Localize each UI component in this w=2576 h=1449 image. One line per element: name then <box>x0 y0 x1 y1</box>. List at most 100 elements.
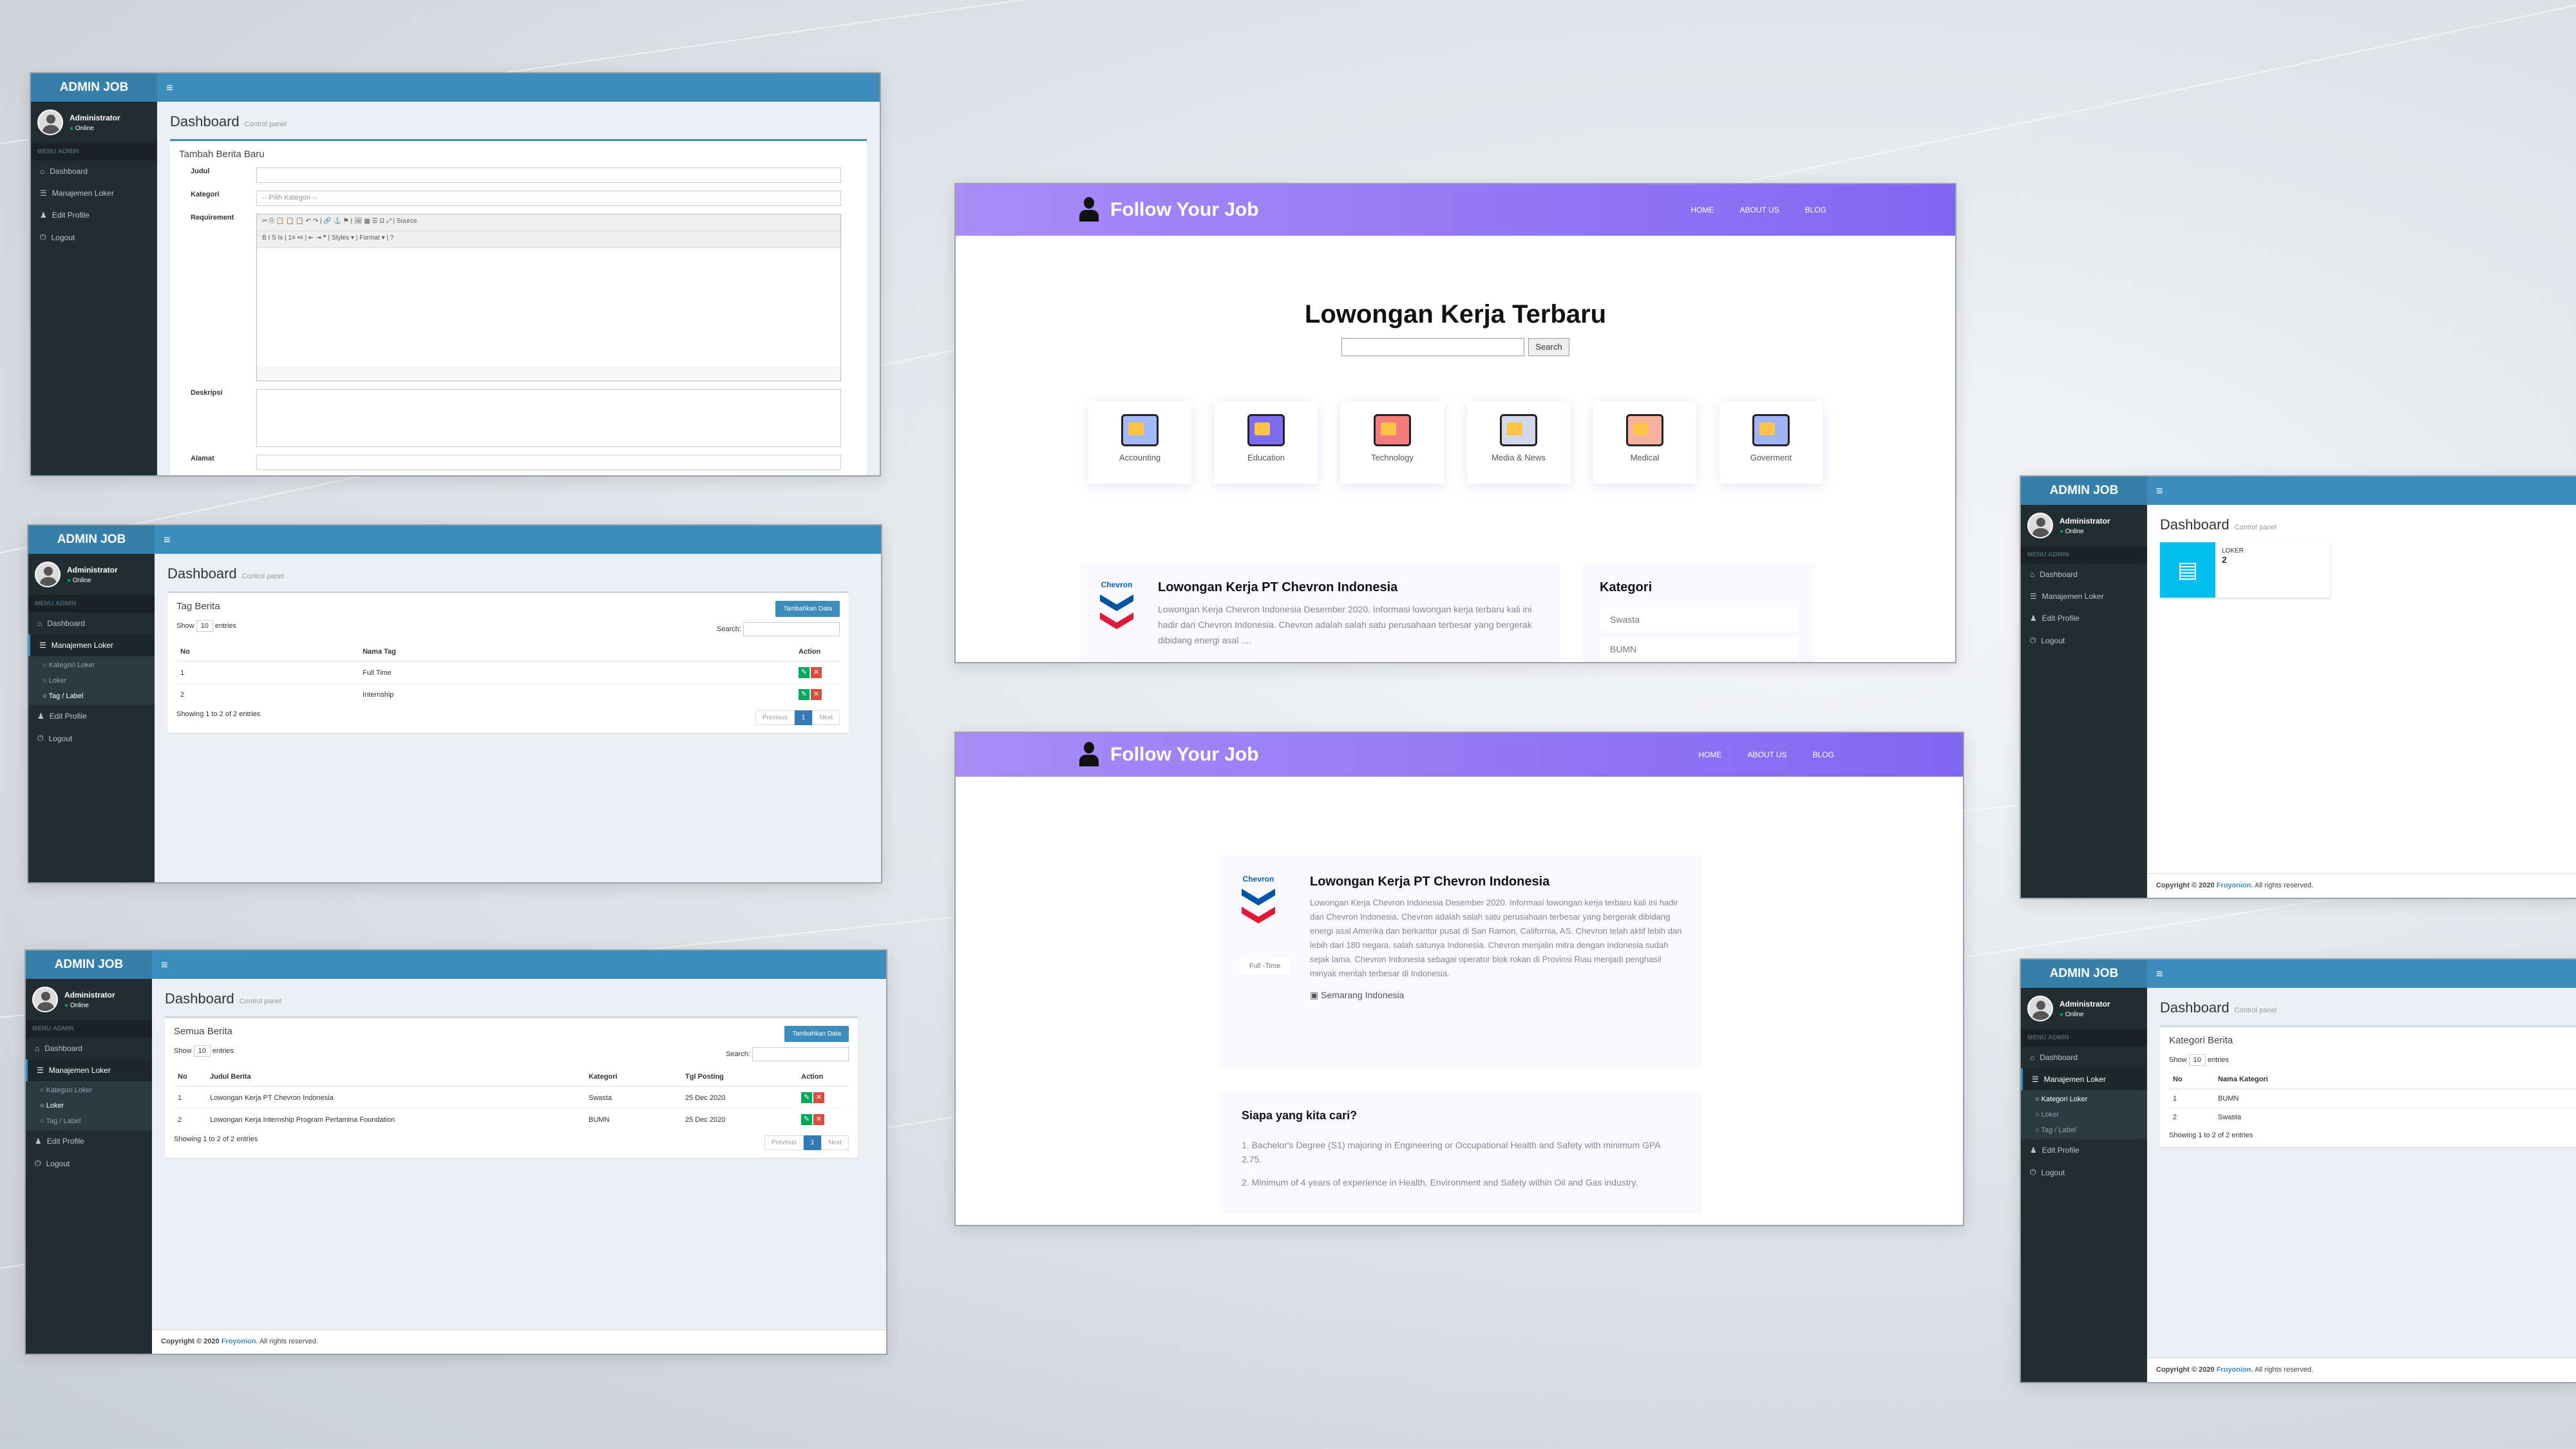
sidebar-subitem-loker[interactable]: Loker <box>2021 1107 2147 1122</box>
sidebar-item-manajemen[interactable]: ☰ Manajemen Loker <box>31 182 157 204</box>
admin-logo[interactable]: ADMIN JOB <box>2021 477 2147 505</box>
column-header[interactable]: Nama Tag <box>359 643 795 662</box>
admin-logo[interactable]: ADMIN JOB <box>31 73 157 102</box>
sidebar-subitem-tag[interactable]: Tag / Label <box>28 688 155 704</box>
footer-brand[interactable]: Froyonion. <box>2217 1366 2253 1374</box>
edit-icon[interactable]: ✎ <box>799 667 810 678</box>
sidebar-item-dashboard[interactable]: ⌂ Dashboard <box>31 160 157 182</box>
edit-icon[interactable]: ✎ <box>801 1092 812 1103</box>
show-entries[interactable]: Show 10 entries <box>176 620 236 636</box>
category-card[interactable]: Goverment <box>1719 401 1823 484</box>
kategori-select[interactable]: -- Pilih Kategori -- <box>256 191 841 206</box>
column-header[interactable]: Tgl Posting <box>681 1068 797 1087</box>
entries-select[interactable]: 10 <box>196 620 213 632</box>
column-header[interactable]: No <box>176 643 359 662</box>
deskripsi-textarea[interactable] <box>256 389 841 447</box>
sidebar-subitem-kategori[interactable]: Kategori Loker <box>28 658 155 673</box>
column-header[interactable]: No <box>174 1068 206 1087</box>
sidebar-subitem-tag[interactable]: Tag / Label <box>2021 1122 2147 1138</box>
column-header[interactable]: Kategori <box>585 1068 681 1087</box>
sidebar-item-edit-profile[interactable]: ♟ Edit Profile <box>2021 607 2147 629</box>
entries-select[interactable]: 10 <box>2188 1054 2206 1066</box>
sidebar-item-logout[interactable]: ⏻ Logout <box>28 727 155 750</box>
column-header[interactable]: No <box>2169 1070 2214 1090</box>
sidebar-item-manajemen[interactable]: ☰ Manajemen Loker <box>2021 1068 2147 1090</box>
category-card[interactable]: Education <box>1215 401 1318 484</box>
category-card[interactable]: Medical <box>1593 401 1696 484</box>
sidebar-item-logout[interactable]: ⏻ Logout <box>26 1152 152 1175</box>
sidebar-item-dashboard[interactable]: ⌂ Dashboard <box>2021 1046 2147 1068</box>
editor-area[interactable] <box>257 248 840 366</box>
sidebar-subitem-kategori[interactable]: Kategori Loker <box>2021 1092 2147 1107</box>
sidebar-item-edit-profile[interactable]: ♟ Edit Profile <box>26 1130 152 1152</box>
nav-about[interactable]: ABOUT US <box>1740 205 1779 214</box>
delete-icon[interactable]: ✕ <box>813 1092 824 1103</box>
sidebar-subitem-loker[interactable]: Loker <box>28 673 155 688</box>
sidebar-item-manajemen[interactable]: ☰ Manajemen Loker <box>2021 585 2147 607</box>
sidebar-subitem-kategori[interactable]: Kategori Loker <box>26 1083 152 1098</box>
add-data-button[interactable]: Tambahkan Data <box>775 601 840 617</box>
admin-logo[interactable]: ADMIN JOB <box>2021 960 2147 988</box>
nav-about[interactable]: ABOUT US <box>1748 750 1787 759</box>
menu-toggle-icon[interactable]: ≡ <box>155 526 171 554</box>
search-input[interactable] <box>1341 338 1525 356</box>
alamat-input[interactable] <box>256 455 841 470</box>
nav-home[interactable]: HOME <box>1691 205 1714 214</box>
sidebar-item-logout[interactable]: ⏻ Logout <box>2021 629 2147 652</box>
site-brand[interactable]: Follow Your Job <box>1110 199 1259 221</box>
sidebar-item-logout[interactable]: ⏻ Logout <box>2021 1161 2147 1184</box>
entries-select[interactable]: 10 <box>193 1045 211 1057</box>
category-card[interactable]: Media & News <box>1467 401 1570 484</box>
delete-icon[interactable]: ✕ <box>811 667 822 678</box>
editor-toolbar[interactable]: ✂ ⎘ 📋 📋 📋 ↶ ↷ | 🔗 ⚓ ⚑ | 🖼 ▦ ☰ Ω ⤢ | Sour… <box>257 214 840 231</box>
sidebar-item-logout[interactable]: ⏻ Logout <box>31 226 157 249</box>
sidebar-item-manajemen[interactable]: ☰ Manajemen Loker <box>26 1059 152 1081</box>
judul-input[interactable] <box>256 167 841 183</box>
next-button[interactable]: Next <box>821 1135 849 1150</box>
sidebar-item-edit-profile[interactable]: ♟ Edit Profile <box>28 705 155 727</box>
nav-blog[interactable]: BLOG <box>1813 750 1834 759</box>
admin-logo[interactable]: ADMIN JOB <box>26 951 152 979</box>
delete-icon[interactable]: ✕ <box>813 1114 824 1125</box>
admin-logo[interactable]: ADMIN JOB <box>28 526 155 554</box>
column-header[interactable]: Nama Kategori <box>2214 1070 2576 1090</box>
category-card[interactable]: Technology <box>1341 401 1444 484</box>
job-title[interactable]: Lowongan Kerja PT Chevron Indonesia <box>1158 580 1543 595</box>
sidebar-item-manajemen[interactable]: ☰ Manajemen Loker <box>28 634 155 656</box>
next-button[interactable]: Next <box>812 710 840 725</box>
menu-toggle-icon[interactable]: ≡ <box>2147 960 2163 988</box>
nav-home[interactable]: HOME <box>1699 750 1722 759</box>
site-brand[interactable]: Follow Your Job <box>1110 744 1259 766</box>
add-data-button[interactable]: Tambahkan Data <box>784 1026 849 1042</box>
sidebar-item-edit-profile[interactable]: ♟ Edit Profile <box>31 204 157 226</box>
search-button[interactable]: Search <box>1528 338 1569 356</box>
requirement-editor[interactable]: ✂ ⎘ 📋 📋 📋 ↶ ↷ | 🔗 ⚓ ⚑ | 🖼 ▦ ☰ Ω ⤢ | Sour… <box>256 214 841 381</box>
search-input[interactable] <box>743 622 840 636</box>
menu-toggle-icon[interactable]: ≡ <box>152 951 168 979</box>
search-input[interactable] <box>752 1047 849 1061</box>
previous-button[interactable]: Previous <box>755 710 795 725</box>
kategori-item[interactable]: Swasta <box>1600 608 1798 631</box>
sidebar-subitem-tag[interactable]: Tag / Label <box>26 1113 152 1129</box>
info-box[interactable]: ▤ LOKER 2 <box>2160 542 2330 598</box>
edit-icon[interactable]: ✎ <box>799 689 810 700</box>
previous-button[interactable]: Previous <box>764 1135 804 1150</box>
edit-icon[interactable]: ✎ <box>801 1114 812 1125</box>
column-header[interactable]: Judul Berita <box>206 1068 585 1087</box>
sidebar-item-dashboard[interactable]: ⌂ Dashboard <box>28 612 155 634</box>
nav-blog[interactable]: BLOG <box>1805 205 1826 214</box>
delete-icon[interactable]: ✕ <box>811 689 822 700</box>
sidebar-item-edit-profile[interactable]: ♟ Edit Profile <box>2021 1139 2147 1161</box>
page-button[interactable]: 1 <box>794 710 813 725</box>
menu-toggle-icon[interactable]: ≡ <box>2147 477 2163 505</box>
sidebar-item-dashboard[interactable]: ⌂ Dashboard <box>2021 564 2147 585</box>
sidebar-subitem-loker[interactable]: Loker <box>26 1098 152 1113</box>
footer-brand[interactable]: Froyonion. <box>222 1338 258 1345</box>
job-card[interactable]: Chevron Lowongan Kerja PT Chevron Indone… <box>1081 564 1560 662</box>
menu-toggle-icon[interactable]: ≡ <box>157 73 173 102</box>
page-button[interactable]: 1 <box>803 1135 822 1150</box>
kategori-item[interactable]: BUMN <box>1600 638 1798 661</box>
footer-brand[interactable]: Froyonion. <box>2217 882 2253 889</box>
sidebar-item-dashboard[interactable]: ⌂ Dashboard <box>26 1037 152 1059</box>
category-card[interactable]: Accounting <box>1088 401 1191 484</box>
